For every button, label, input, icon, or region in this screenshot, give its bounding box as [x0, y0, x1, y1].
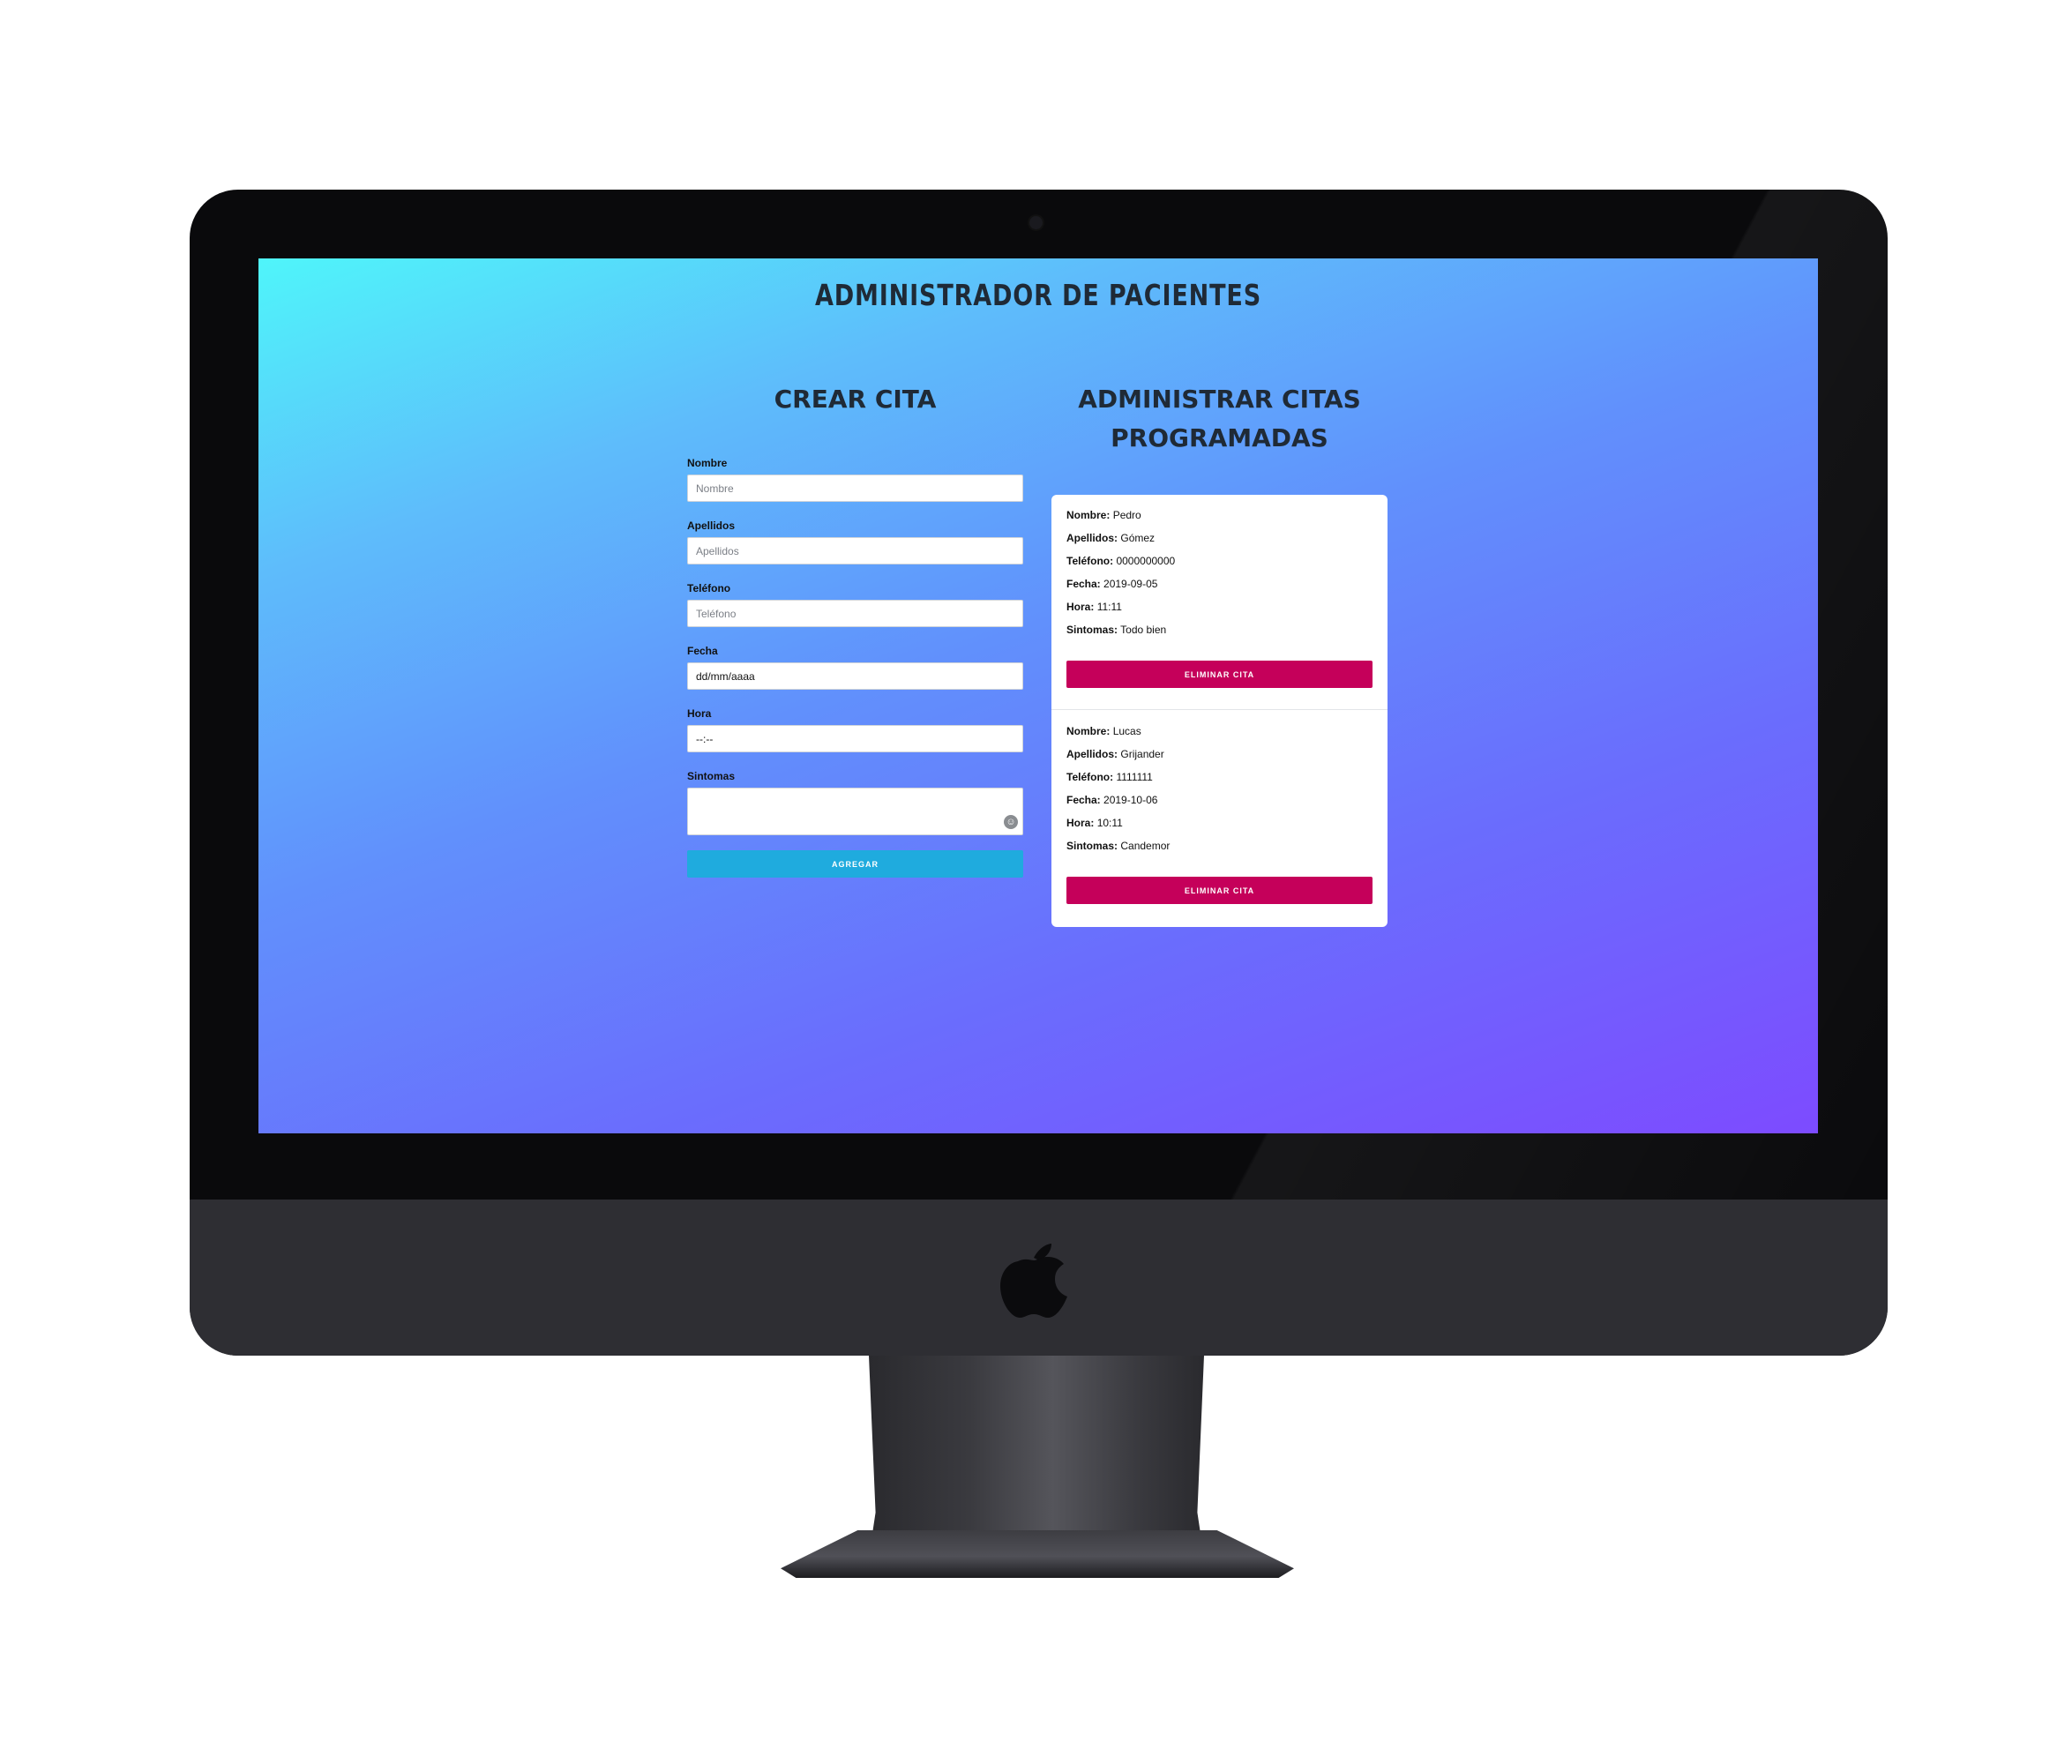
fecha-input[interactable]: [687, 662, 1023, 690]
cita-apellidos: Apellidos: Grijander: [1066, 748, 1164, 760]
camera-icon: [1029, 216, 1043, 229]
cita-sintomas: Sintomas: Todo bien: [1066, 624, 1166, 636]
list-heading: Administrar Citas Programadas: [1051, 380, 1388, 458]
imac-stand-foot: [781, 1530, 1294, 1578]
cita-nombre: Nombre: Pedro: [1066, 509, 1141, 521]
hora-label: Hora: [687, 707, 712, 720]
emoji-icon[interactable]: ☺: [1004, 815, 1018, 829]
cita-fecha-label: Fecha:: [1066, 578, 1101, 590]
fecha-label: Fecha: [687, 645, 718, 657]
nombre-input[interactable]: [687, 475, 1023, 502]
cita-sintomas-label: Sintomas:: [1066, 840, 1118, 852]
telefono-input[interactable]: [687, 600, 1023, 627]
cita-hora-label: Hora:: [1066, 817, 1095, 829]
app-screen: Administrador de Pacientes Crear Cita Ad…: [258, 258, 1818, 1133]
cita-hora-value: 11:11: [1096, 601, 1122, 613]
agregar-button[interactable]: Agregar: [687, 850, 1023, 878]
cita-apellidos: Apellidos: Gómez: [1066, 532, 1155, 544]
cita-nombre-value: Pedro: [1112, 509, 1141, 521]
list-heading-line1: Administrar Citas: [1078, 385, 1361, 414]
cita-sintomas: Sintomas: Candemor: [1066, 840, 1170, 852]
cita-telefono-value: 0000000000: [1116, 555, 1176, 567]
app-title: Administrador de Pacientes: [814, 278, 1262, 312]
cita-hora-value: 10:11: [1096, 817, 1123, 829]
cita-fecha-label: Fecha:: [1066, 794, 1101, 806]
cita-fecha: Fecha: 2019-10-06: [1066, 794, 1157, 806]
form-heading: Crear Cita: [774, 385, 937, 414]
cita-fecha-value: 2019-10-06: [1103, 794, 1158, 806]
cita-hora-label: Hora:: [1066, 601, 1095, 613]
sintomas-label: Sintomas: [687, 770, 736, 782]
cita-sintomas-value: Candemor: [1120, 840, 1171, 852]
imac-stand: [869, 1356, 1204, 1557]
apellidos-input[interactable]: [687, 537, 1023, 564]
cita-telefono: Teléfono: 1111111: [1066, 771, 1153, 783]
cita-sintomas-label: Sintomas:: [1066, 624, 1118, 636]
cita-hora: Hora: 10:11: [1066, 817, 1123, 829]
cita-fecha-value: 2019-09-05: [1103, 578, 1158, 590]
create-appointment-form: Nombre Apellidos Teléfono Fecha Hora Sin…: [687, 457, 1023, 878]
apple-logo-icon: [1000, 1244, 1067, 1318]
cita-telefono: Teléfono: 0000000000: [1066, 555, 1175, 567]
cita-telefono-label: Teléfono:: [1066, 771, 1114, 783]
cita-apellidos-label: Apellidos:: [1066, 748, 1118, 760]
cita-nombre-label: Nombre:: [1066, 725, 1111, 737]
cita-apellidos-value: Grijander: [1120, 748, 1164, 760]
cita-fecha: Fecha: 2019-09-05: [1066, 578, 1157, 590]
cita-nombre: Nombre: Lucas: [1066, 725, 1141, 737]
appointment-divider: [1051, 709, 1388, 710]
cita-nombre-value: Lucas: [1112, 725, 1141, 737]
sintomas-wrapper: ☺: [687, 788, 1023, 835]
cita-apellidos-value: Gómez: [1120, 532, 1156, 544]
appointments-list: Nombre: Pedro Apellidos: Gómez Teléfono:…: [1051, 495, 1388, 927]
sintomas-textarea[interactable]: [687, 788, 1023, 835]
telefono-label: Teléfono: [687, 582, 731, 594]
list-heading-line2: Programadas: [1111, 423, 1328, 452]
cita-apellidos-label: Apellidos:: [1066, 532, 1118, 544]
nombre-label: Nombre: [687, 457, 728, 469]
cita-telefono-label: Teléfono:: [1066, 555, 1114, 567]
cita-hora: Hora: 11:11: [1066, 601, 1122, 613]
eliminar-cita-button[interactable]: Eliminar Cita: [1066, 661, 1373, 688]
apellidos-label: Apellidos: [687, 519, 736, 532]
eliminar-cita-button[interactable]: Eliminar Cita: [1066, 877, 1373, 904]
cita-sintomas-value: Todo bien: [1120, 624, 1167, 636]
hora-input[interactable]: [687, 725, 1023, 752]
cita-telefono-value: 1111111: [1116, 771, 1153, 783]
cita-nombre-label: Nombre:: [1066, 509, 1111, 521]
